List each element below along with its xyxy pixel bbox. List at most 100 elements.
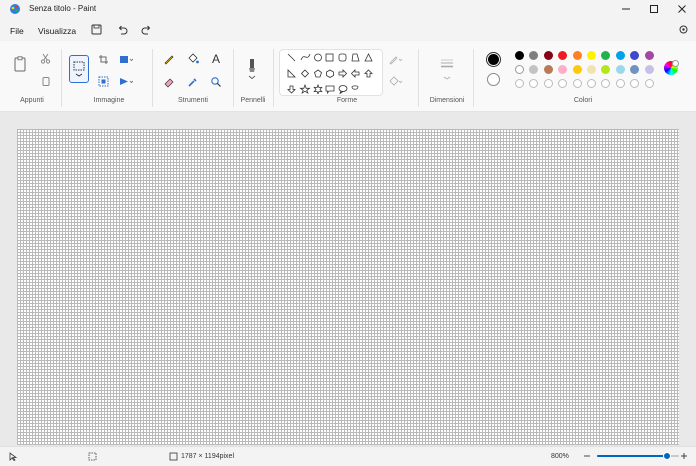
zoom-in-icon[interactable] [680, 452, 688, 460]
zoom-slider[interactable] [597, 452, 679, 460]
selection-size-icon [88, 452, 97, 461]
ribbon-divider [61, 49, 62, 107]
maximize-icon [650, 5, 658, 13]
close-button[interactable] [668, 0, 696, 18]
edit-colors-button[interactable] [664, 60, 679, 75]
resize-button[interactable] [119, 52, 133, 66]
group-label-shapes: Forme [336, 97, 358, 104]
ribbon-divider [418, 49, 419, 107]
custom-color-slot[interactable] [515, 79, 524, 88]
resize-icon [98, 76, 108, 86]
ribbon-divider [273, 49, 274, 107]
color-swatch[interactable] [644, 65, 654, 74]
window-title: Senza titolo - Paint [29, 4, 97, 13]
color-swatch[interactable] [572, 51, 582, 60]
eraser-icon [164, 78, 174, 88]
outline-icon [389, 55, 403, 65]
resize-skew-icon [120, 55, 133, 63]
image-select-button[interactable] [96, 74, 110, 88]
pencil-icon [164, 55, 174, 65]
drawing-canvas[interactable] [17, 129, 679, 445]
eyedropper-icon [188, 78, 197, 87]
color-swatch[interactable] [543, 65, 553, 74]
cut-button[interactable] [38, 51, 52, 65]
color-swatch[interactable] [644, 51, 654, 60]
color-swatch[interactable] [587, 51, 596, 60]
undo-icon [118, 25, 127, 34]
color-swatch[interactable] [615, 51, 625, 60]
bucket-icon [188, 53, 199, 64]
zoom-slider-thumb[interactable] [662, 452, 671, 460]
zoom-out-icon[interactable] [583, 452, 591, 460]
close-icon [678, 5, 686, 13]
shape-outline-button[interactable] [389, 52, 403, 66]
undo-button[interactable] [115, 22, 129, 36]
plus-icon [672, 60, 679, 67]
crop-button[interactable] [96, 52, 110, 66]
minimize-button[interactable] [612, 0, 640, 18]
pencil-button[interactable] [162, 52, 176, 66]
cursor-position-icon [9, 452, 18, 461]
shape-fill-button[interactable] [389, 74, 403, 88]
rotate-button[interactable] [119, 74, 133, 88]
magnifier-button[interactable] [209, 75, 223, 89]
color-swatch[interactable] [587, 65, 596, 74]
copy-icon [42, 76, 49, 86]
redo-button[interactable] [139, 22, 153, 36]
menu-bar: File Visualizza [0, 20, 696, 40]
copilot-button[interactable] [676, 22, 690, 36]
custom-color-slot[interactable] [644, 79, 654, 88]
ribbon-divider [473, 49, 474, 107]
custom-color-slot[interactable] [543, 79, 553, 88]
zoom-level[interactable]: 800% [551, 453, 569, 460]
ribbon-divider [152, 49, 153, 107]
save-icon [91, 24, 101, 34]
custom-color-slot[interactable] [587, 79, 596, 88]
selection-rectangle-icon [73, 61, 85, 77]
menu-view[interactable]: Visualizza [38, 26, 76, 36]
shapes-gallery-icon [287, 53, 373, 96]
color-swatch[interactable] [515, 65, 524, 74]
primary-color-swatch [488, 54, 499, 65]
copy-button[interactable] [38, 74, 52, 88]
ribbon-divider [233, 49, 234, 107]
color-swatch[interactable] [515, 51, 524, 60]
zoom-slider-fill [597, 455, 667, 457]
text-button[interactable]: A [209, 52, 223, 66]
maximize-button[interactable] [640, 0, 668, 18]
group-label-tools: Strumenti [178, 97, 208, 104]
group-label-clipboard: Appunti [20, 97, 44, 104]
shapes-gallery[interactable] [279, 49, 383, 96]
select-button[interactable] [69, 55, 89, 83]
clipboard-icon [14, 56, 26, 72]
color-picker-button[interactable] [186, 75, 200, 89]
fill-button[interactable] [186, 52, 200, 66]
paint-app-icon [10, 4, 20, 14]
canvas-area [0, 112, 696, 446]
redo-icon [141, 25, 150, 34]
scissors-icon [40, 53, 50, 64]
crop-icon [98, 54, 108, 64]
group-label-size: Dimensioni [429, 97, 465, 104]
menu-file[interactable]: File [10, 26, 24, 36]
size-button[interactable] [440, 55, 454, 83]
paste-button[interactable] [12, 55, 28, 73]
color-swatch[interactable] [543, 51, 553, 60]
eraser-button[interactable] [162, 75, 176, 89]
fill-icon [389, 75, 403, 86]
custom-color-slot[interactable] [572, 79, 582, 88]
custom-color-slot[interactable] [615, 79, 625, 88]
color-swatch[interactable] [615, 65, 625, 74]
rotate-icon [120, 77, 133, 85]
secondary-color-button[interactable] [487, 73, 500, 86]
save-button[interactable] [89, 22, 103, 36]
minimize-icon [622, 8, 630, 10]
title-bar: Senza titolo - Paint [0, 0, 696, 18]
line-width-icon [441, 59, 453, 80]
primary-color-button[interactable] [486, 52, 501, 67]
canvas-size-icon [169, 452, 178, 461]
group-label-image: Immagine [93, 97, 125, 104]
color-swatch[interactable] [572, 65, 582, 74]
brush-icon [248, 59, 256, 80]
brushes-button[interactable] [245, 55, 259, 83]
